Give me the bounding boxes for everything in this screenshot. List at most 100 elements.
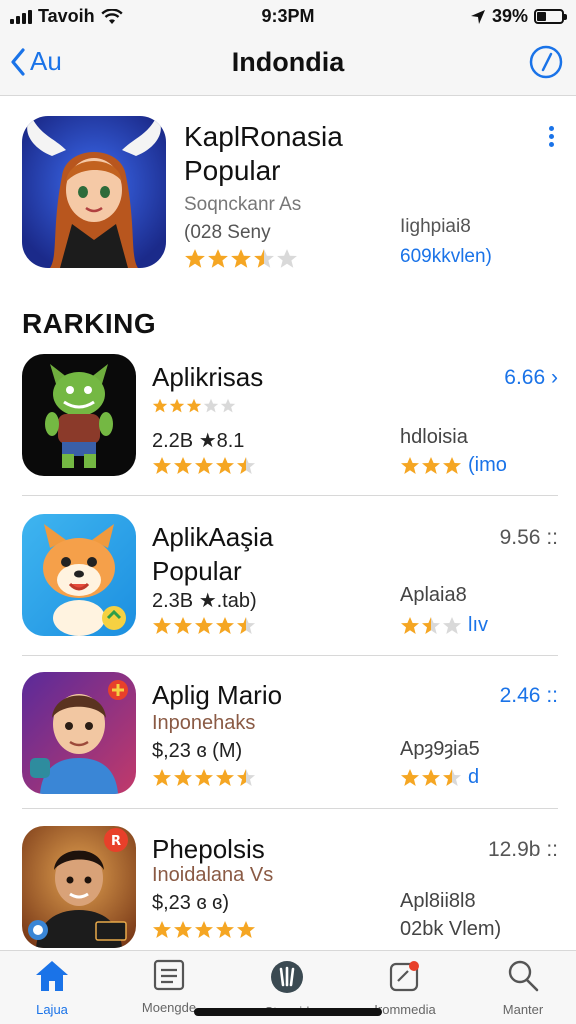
star-icon [216, 769, 234, 786]
star-icon [401, 456, 419, 474]
rating-stars [152, 768, 256, 788]
star-icon [153, 769, 171, 786]
app-meta: 2.3B ★.tab) [152, 590, 257, 612]
star-icon [237, 457, 255, 474]
app-category: hdloisia [400, 426, 468, 448]
app-developer: Inponehaks [152, 712, 256, 734]
star-icon [443, 456, 461, 474]
list-item[interactable]: Aplikrisas 2.2B ★8.1 6.66 › hdloisia (im… [22, 354, 558, 494]
app-version[interactable]: 6.66 › [504, 366, 558, 390]
featured-right-link[interactable]: 609kkvlen) [400, 246, 492, 268]
games-icon [271, 961, 303, 993]
app-right-label: d [468, 766, 480, 788]
right-rating-stars [400, 768, 462, 788]
star-icon [195, 617, 213, 634]
list-item[interactable]: Aplig Mario Inponehaks $,23 ɞ (M) 2.46 :… [22, 672, 558, 812]
star-icon [169, 398, 185, 413]
featured-app-title: KaplRonasia Popular [184, 120, 343, 188]
star-icon [237, 769, 255, 786]
star-icon [422, 456, 440, 474]
star-icon [443, 768, 461, 786]
list-item[interactable]: AplikAaşia Popular 2.3B ★.tab) 9.56 :: A… [22, 514, 558, 654]
battery-percent: 39% [491, 6, 528, 26]
status-bar: Tavoih 9:3PM 39% [0, 0, 576, 34]
app-meta: $,23 ɞ (M) [152, 740, 243, 762]
list-item[interactable]: R Phepolsis Inoidalana Vs $,23 ɞ ɞ) 12.9… [22, 826, 558, 966]
app-right-rating: d [400, 766, 479, 789]
app-category: Apl8ii8l8 [400, 890, 476, 912]
app-icon[interactable] [22, 514, 136, 636]
star-icon [185, 249, 205, 268]
featured-title-line2: Popular [184, 155, 281, 186]
app-version[interactable]: 2.46 :: [500, 684, 558, 708]
star-icon [208, 249, 228, 268]
battery-icon [534, 9, 567, 24]
list-icon [153, 959, 185, 991]
divider [22, 655, 558, 656]
page-title: Indondia [231, 47, 345, 77]
app-meta: 2.2B ★8.1 [152, 430, 245, 452]
navigation-bar: Au Indondia [0, 34, 576, 96]
section-heading: RARKING [22, 308, 157, 339]
app-title-line2: Popular [152, 556, 242, 586]
app-version[interactable]: 9.56 :: [500, 526, 558, 550]
tab-search[interactable]: Manter [468, 959, 576, 1017]
home-indicator[interactable] [194, 1008, 382, 1016]
star-icon [153, 457, 171, 474]
featured-app-icon[interactable] [22, 116, 166, 268]
star-icon [203, 398, 219, 413]
app-title: AplikAaşia Popular [152, 520, 273, 588]
star-icon [422, 768, 440, 786]
star-icon [195, 457, 213, 474]
rating-stars [152, 616, 256, 636]
star-icon [174, 769, 192, 786]
star-icon [153, 921, 171, 938]
star-icon [153, 617, 171, 634]
star-icon [195, 921, 213, 938]
compass-icon [529, 45, 563, 79]
more-options-icon[interactable] [549, 126, 554, 147]
star-icon [195, 769, 213, 786]
star-icon [237, 617, 255, 634]
star-icon [220, 398, 236, 413]
featured-meta: (028 Seny [184, 222, 271, 243]
divider [22, 808, 558, 809]
app-title: Aplig Mario [152, 680, 283, 710]
app-developer: Inoidalana Vs [152, 864, 274, 886]
app-category: Apȝ9ȝia5 [400, 738, 480, 760]
star-icon [401, 616, 419, 634]
rating-stars-small [152, 398, 236, 414]
search-icon [508, 960, 539, 992]
app-title: Phepolsis [152, 834, 265, 864]
featured-right-info: Iighpiai8 [400, 216, 471, 237]
app-icon[interactable] [22, 354, 136, 476]
compass-button[interactable] [528, 44, 564, 85]
featured-rating-stars [184, 248, 298, 270]
star-icon [152, 398, 168, 413]
tab-label: Manter [502, 1002, 544, 1017]
tab-today[interactable]: Lajua [0, 959, 107, 1017]
featured-subtitle: Soqnckanr As [184, 194, 302, 215]
right-rating-stars [400, 456, 462, 476]
app-title: Aplikrisas [152, 362, 264, 392]
app-right-label: (imo [468, 454, 507, 476]
star-icon [443, 616, 461, 634]
star-icon [186, 398, 202, 413]
featured-title-line1: KaplRonasia [184, 121, 343, 152]
star-icon [174, 617, 192, 634]
star-icon [216, 457, 234, 474]
rating-stars [152, 456, 256, 476]
featured-app[interactable]: KaplRonasia Popular Soqnckanr As (028 Se… [22, 112, 562, 272]
tab-lists[interactable]: Moengde [114, 959, 224, 1015]
app-version[interactable]: 12.9b :: [488, 838, 558, 862]
app-icon[interactable]: R [22, 826, 136, 948]
star-icon [237, 921, 255, 938]
star-icon [422, 616, 440, 634]
app-icon[interactable] [22, 672, 136, 794]
app-right-rating: (imo [400, 454, 507, 477]
app-right-label: lıv [468, 614, 488, 636]
app-right-rating: lıv [400, 614, 488, 637]
star-icon [216, 617, 234, 634]
star-icon [231, 249, 251, 268]
divider [22, 495, 558, 496]
